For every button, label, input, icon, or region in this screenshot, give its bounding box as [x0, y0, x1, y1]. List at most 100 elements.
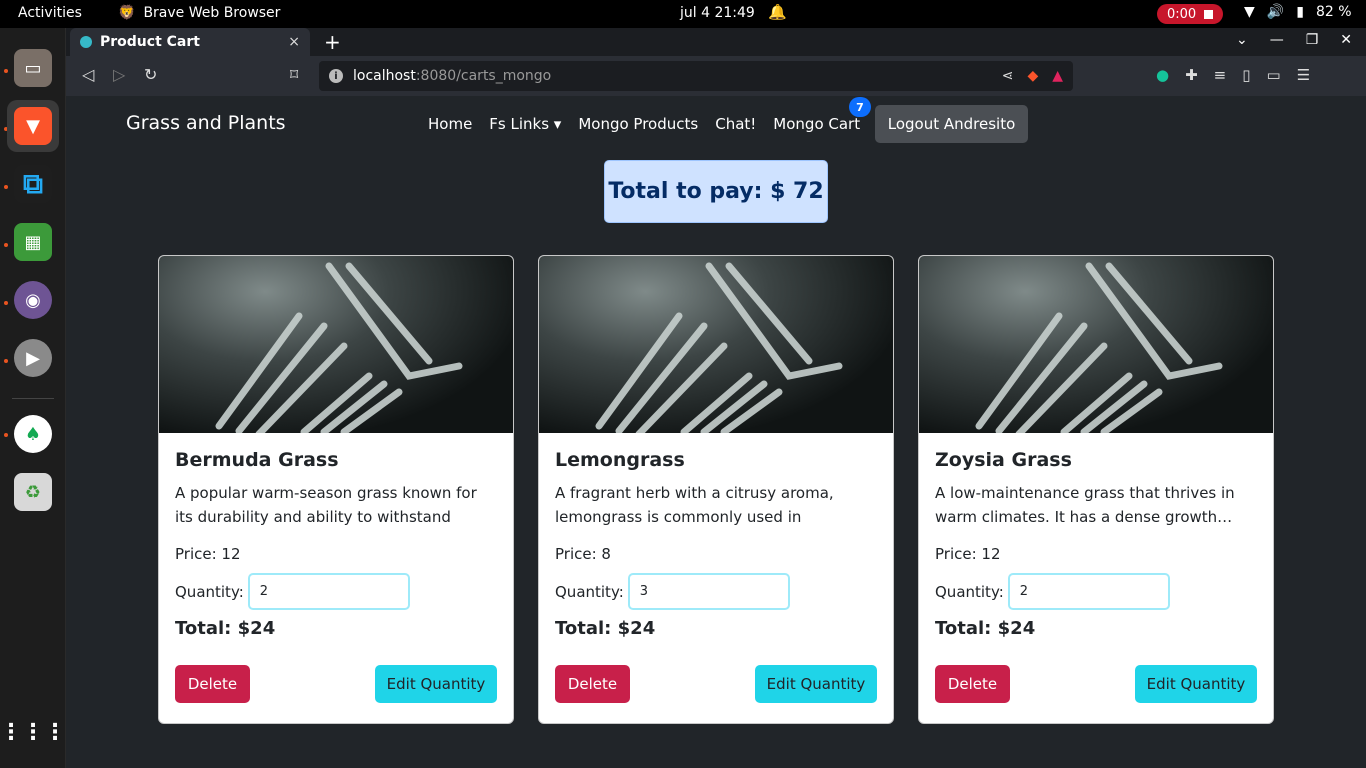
- forward-icon[interactable]: ▷: [113, 65, 125, 84]
- line-total: Total: $24: [935, 618, 1036, 639]
- product-description: A fragrant herb with a citrusy aroma, le…: [555, 484, 834, 526]
- nav-mongo-cart[interactable]: Mongo Cart: [773, 115, 860, 133]
- product-card: Zoysia Grass A low-maintenance grass tha…: [918, 255, 1274, 724]
- product-card: Lemongrass A fragrant herb with a citrus…: [538, 255, 894, 724]
- files-icon: ▭: [14, 49, 52, 87]
- dock-trash[interactable]: ♻: [7, 466, 59, 518]
- brave-shields-icon[interactable]: ◆: [1027, 68, 1038, 84]
- system-tray[interactable]: ▼ 🔊 ▮ 82 %: [1244, 4, 1352, 20]
- bookmark-icon[interactable]: ⌑: [290, 65, 298, 84]
- sidebar-icon[interactable]: ▯: [1242, 66, 1250, 84]
- nav-home[interactable]: Home: [428, 115, 472, 133]
- dock-calc[interactable]: ▦: [7, 216, 59, 268]
- line-total: Total: $24: [555, 618, 656, 639]
- wallet-icon[interactable]: ▭: [1267, 66, 1281, 84]
- address-bar[interactable]: i localhost:8080/carts_mongo ⋖ ◆ ▲: [319, 61, 1073, 91]
- show-apps-button[interactable]: ⋮⋮⋮: [0, 706, 66, 758]
- edit-quantity-button[interactable]: Edit Quantity: [755, 665, 877, 703]
- dock-media[interactable]: ▶: [7, 332, 59, 384]
- app-name-label: Brave Web Browser: [143, 5, 281, 21]
- card-body: Lemongrass A fragrant herb with a citrus…: [539, 433, 893, 719]
- clock[interactable]: jul 4 21:49: [680, 5, 755, 21]
- delete-button[interactable]: Delete: [175, 665, 250, 703]
- tab-list-chevron-icon[interactable]: ⌄: [1236, 32, 1248, 48]
- edit-quantity-button[interactable]: Edit Quantity: [375, 665, 497, 703]
- screen-recording-indicator[interactable]: 0:00: [1157, 4, 1224, 24]
- battery-icon: ▮: [1296, 4, 1304, 20]
- tab-close-icon[interactable]: ×: [288, 34, 300, 50]
- brave-rewards-icon[interactable]: ▲: [1052, 68, 1063, 84]
- url-text[interactable]: localhost:8080/carts_mongo: [353, 68, 551, 84]
- card-body: Zoysia Grass A low-maintenance grass tha…: [919, 433, 1273, 719]
- card-actions: Delete Edit Quantity: [555, 665, 877, 703]
- window-controls: ⌄ — ❐ ✕: [1236, 32, 1352, 48]
- site-info-icon[interactable]: i: [329, 69, 343, 83]
- dock: ▭ ▼ ⧉ ▦ ◉ ▶ ♠ ♻ ⋮⋮⋮: [0, 28, 66, 768]
- reload-icon[interactable]: ↻: [144, 65, 157, 84]
- dock-vscode[interactable]: ⧉: [7, 158, 59, 210]
- delete-button[interactable]: Delete: [555, 665, 630, 703]
- browser-window: Product Cart × + ⌄ — ❐ ✕ ◁ ▷ ↻ ⌑ i local…: [66, 28, 1366, 768]
- card-actions: Delete Edit Quantity: [175, 665, 497, 703]
- quantity-input[interactable]: [627, 573, 790, 610]
- logout-button[interactable]: Logout Andresito: [875, 105, 1028, 143]
- card-actions: Delete Edit Quantity: [935, 665, 1257, 703]
- product-description: A low-maintenance grass that thrives in …: [935, 484, 1235, 526]
- grammarly-icon[interactable]: ●: [1156, 66, 1169, 84]
- extensions-icon[interactable]: ✚: [1185, 66, 1198, 84]
- extension-icons: ● ✚ ≡ ▯ ▭ ☰: [1156, 66, 1310, 84]
- product-price: Price: 12: [935, 545, 1001, 563]
- favicon-icon: [80, 36, 92, 48]
- cart-count-badge: 7: [849, 97, 871, 117]
- product-title: Lemongrass: [555, 449, 685, 471]
- app-grid-icon: ⋮⋮⋮: [0, 719, 66, 745]
- product-description: A popular warm-season grass known for it…: [175, 484, 477, 526]
- edit-quantity-button[interactable]: Edit Quantity: [1135, 665, 1257, 703]
- notification-bell-icon[interactable]: 🔔: [768, 3, 787, 21]
- urlbar-actions: ⋖ ◆ ▲: [1002, 68, 1063, 84]
- quantity-row: Quantity:: [555, 573, 877, 610]
- site-brand[interactable]: Grass and Plants: [126, 112, 286, 134]
- trash-icon: ♻: [14, 473, 52, 511]
- share-icon[interactable]: ⋖: [1002, 68, 1014, 84]
- activities-button[interactable]: Activities: [18, 5, 82, 21]
- media-player-icon: ▶: [14, 339, 52, 377]
- tab-title: Product Cart: [100, 34, 200, 50]
- maximize-icon[interactable]: ❐: [1306, 32, 1319, 48]
- nav-mongo-products[interactable]: Mongo Products: [578, 115, 698, 133]
- github-icon: ◉: [14, 281, 52, 319]
- new-tab-button[interactable]: +: [324, 30, 341, 54]
- spreadsheet-icon: ▦: [14, 223, 52, 261]
- quantity-label: Quantity:: [175, 582, 244, 601]
- dock-brave[interactable]: ▼: [7, 100, 59, 152]
- app-menu[interactable]: 🦁 Brave Web Browser: [118, 5, 280, 21]
- volume-icon: 🔊: [1266, 4, 1285, 20]
- product-card: Bermuda Grass A popular warm-season gras…: [158, 255, 514, 724]
- dock-mongodb[interactable]: ♠: [7, 408, 59, 460]
- product-price: Price: 12: [175, 545, 241, 563]
- site-navbar: Grass and Plants Home Fs Links ▾ Mongo P…: [66, 96, 1366, 152]
- quantity-row: Quantity:: [935, 573, 1257, 610]
- minimize-icon[interactable]: —: [1270, 32, 1284, 48]
- battery-percent: 82 %: [1315, 4, 1352, 20]
- mongodb-leaf-icon: ♠: [14, 415, 52, 453]
- playlist-icon[interactable]: ≡: [1214, 66, 1227, 84]
- recording-time: 0:00: [1167, 6, 1197, 22]
- product-image: [539, 256, 893, 433]
- menu-icon[interactable]: ☰: [1297, 66, 1310, 84]
- tab-product-cart[interactable]: Product Cart ×: [70, 28, 310, 56]
- product-title: Bermuda Grass: [175, 449, 339, 471]
- quantity-label: Quantity:: [555, 582, 624, 601]
- dock-files[interactable]: ▭: [7, 42, 59, 94]
- dock-github[interactable]: ◉: [7, 274, 59, 326]
- nav-chat[interactable]: Chat!: [715, 115, 756, 133]
- back-icon[interactable]: ◁: [82, 65, 94, 84]
- dock-separator: [12, 398, 54, 399]
- quantity-input[interactable]: [247, 573, 410, 610]
- stop-icon: [1204, 9, 1214, 19]
- quantity-input[interactable]: [1007, 573, 1170, 610]
- total-to-pay-alert: Total to pay: $ 72: [604, 160, 828, 223]
- close-window-icon[interactable]: ✕: [1340, 32, 1352, 48]
- delete-button[interactable]: Delete: [935, 665, 1010, 703]
- nav-fs-links-dropdown[interactable]: Fs Links ▾: [489, 115, 561, 133]
